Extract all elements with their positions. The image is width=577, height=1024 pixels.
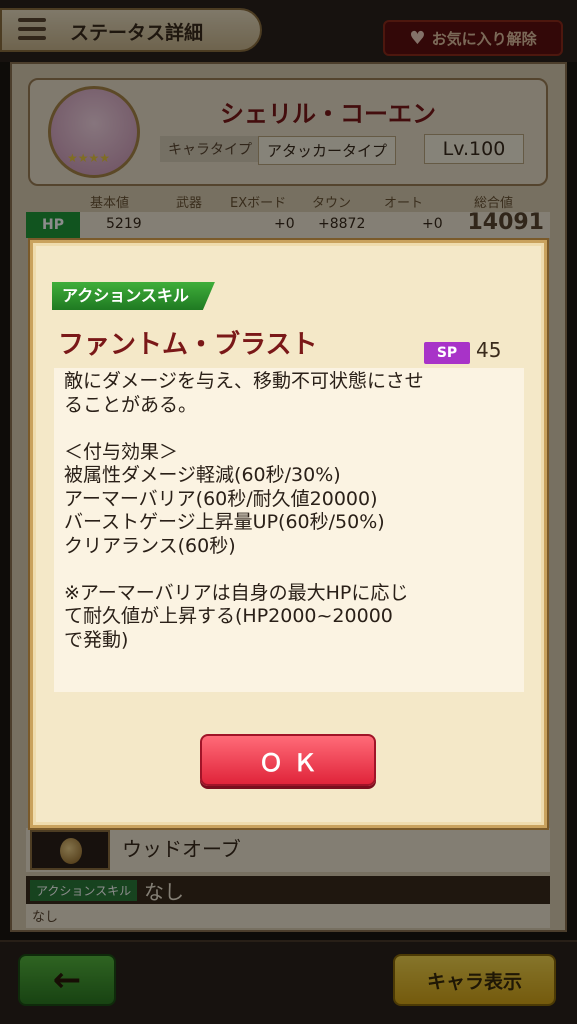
description-line: 敵にダメージを与え、移動不可状態にさせ [64,370,424,392]
sp-value: 45 [476,338,502,362]
description-line: ることがある。 [64,393,198,416]
description-line: ※アーマーバリアは自身の最大HPに応じ [64,581,409,604]
skill-description: 敵にダメージを与え、移動不可状態にさせ ることがある。 ＜付与効果＞ 被属性ダメ… [54,368,524,692]
description-line: て耐久値が上昇する(HP2000~20000 [64,605,393,627]
description-line: ＜付与効果＞ [64,440,179,463]
description-line [64,417,514,441]
description-line: アーマーバリア(60秒/耐久値20000) [64,487,378,510]
skill-name: ファントム・ブラスト [58,330,318,360]
description-line: 被属性ダメージ軽減(60秒/30%) [64,464,341,486]
description-line: バーストゲージ上昇量UP(60秒/50%) [64,511,385,533]
description-line: で発動) [64,628,129,651]
ok-button[interactable]: ＯＫ [200,734,376,786]
description-line: クリアランス(60秒) [64,534,236,557]
skill-type-tag: アクションスキル [52,282,215,310]
sp-badge: SP [424,342,470,364]
description-line [64,558,514,582]
